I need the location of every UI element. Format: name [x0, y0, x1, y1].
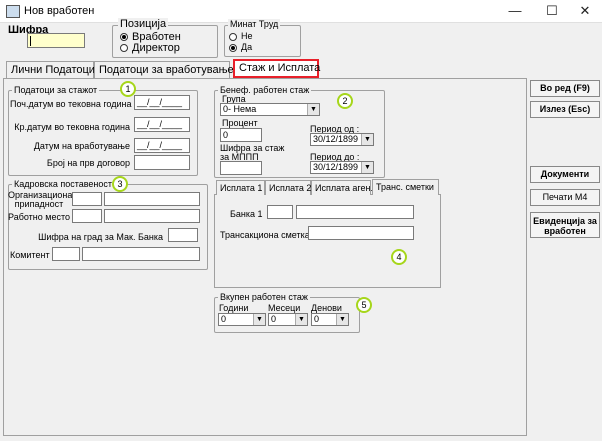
komitent-code-input[interactable]: [52, 247, 80, 261]
badge-4: 4: [391, 249, 407, 265]
rab-name-input[interactable]: [104, 209, 200, 223]
pecati-m4-button[interactable]: Печати М4: [530, 189, 600, 206]
maximize-button[interactable]: ☐: [537, 2, 567, 20]
period-od-value: 30/12/1899: [313, 134, 359, 144]
chevron-down-icon: ▼: [336, 314, 348, 325]
procent-label: Процент: [222, 118, 258, 128]
minimize-button[interactable]: —: [500, 2, 530, 20]
chevron-down-icon: ▼: [307, 104, 319, 115]
meseci-value: 0: [271, 314, 277, 324]
tab-trans-smetki[interactable]: Транс. сметки: [372, 179, 439, 195]
meseci-select[interactable]: 0 ▼: [268, 313, 308, 326]
komitent-label: Комитент: [10, 250, 50, 260]
tab-licni-podatoci[interactable]: Лични Податоци: [6, 61, 95, 78]
chevron-down-icon: ▼: [361, 134, 373, 145]
period-do-select[interactable]: 30/12/1899 ▼: [310, 161, 374, 174]
badge-3: 3: [112, 176, 128, 192]
banka-name-input[interactable]: [296, 205, 414, 219]
grad-input[interactable]: [168, 228, 198, 242]
denovi-select[interactable]: 0 ▼: [311, 313, 349, 326]
denovi-value: 0: [314, 314, 320, 324]
minat-trud-group: [224, 25, 301, 57]
komitent-name-input[interactable]: [82, 247, 200, 261]
sifra-mppp-label: Шифра за стаж за МППП: [220, 143, 285, 162]
chevron-down-icon: ▼: [295, 314, 307, 325]
side-divider: [526, 78, 527, 434]
period-od-select[interactable]: 30/12/1899 ▼: [310, 133, 374, 146]
org-label: Организациона припадност: [8, 190, 73, 209]
vrab-datum-input[interactable]: __/__/____: [134, 138, 190, 153]
radio-ne-label: Не: [241, 31, 253, 41]
tab-isplata-agen[interactable]: Исплата аген.: [311, 180, 373, 195]
window-title: Нов вработен: [24, 5, 95, 17]
broj-dogovor-input[interactable]: [134, 155, 190, 170]
badge-5: 5: [356, 297, 372, 313]
vrab-datum-label: Датум на вработување: [33, 141, 130, 151]
izlez-button[interactable]: Излез (Esc): [530, 101, 600, 118]
radio-da-label: Да: [241, 42, 253, 52]
pozicija-label: Позиција: [118, 18, 169, 30]
godini-value: 0: [221, 314, 227, 324]
procent-input[interactable]: 0: [220, 128, 262, 142]
org-code-input[interactable]: [72, 192, 102, 206]
grupa-select[interactable]: 0- Нема ▼: [220, 103, 320, 116]
sifra-mppp-input[interactable]: [220, 161, 262, 175]
chevron-down-icon: ▼: [361, 162, 373, 173]
radio-direktor-label: Директор: [132, 42, 180, 54]
tab-staz-isplata[interactable]: Стаж и Исплата: [233, 59, 320, 78]
kadr-label: Кадровска поставеност: [12, 179, 115, 189]
tab-isplata-1[interactable]: Исплата 1: [216, 180, 265, 195]
tab-isplata-2[interactable]: Исплата 2: [265, 180, 311, 195]
trans-label: Трансакциона сметка: [220, 230, 310, 240]
sifra-input[interactable]: [27, 33, 85, 48]
vo-red-button[interactable]: Во ред (F9): [530, 80, 600, 97]
banka-label: Банка 1: [230, 209, 263, 219]
chevron-down-icon: ▼: [253, 314, 265, 325]
banka-code-input[interactable]: [267, 205, 293, 219]
vkupen-label: Вкупен работен стаж: [218, 292, 310, 302]
radio-direktor[interactable]: [120, 44, 128, 52]
poc-datum-input[interactable]: __/__/____: [134, 95, 190, 110]
denovi-label: Денови: [311, 303, 342, 313]
meseci-label: Месеци: [268, 303, 301, 313]
staz-label: Податоци за стажот: [12, 85, 100, 95]
minat-trud-label: Минат Труд: [228, 19, 281, 29]
rab-label: Работно место: [8, 212, 70, 222]
grupa-value: 0- Нема: [223, 104, 257, 114]
rab-code-input[interactable]: [72, 209, 102, 223]
poc-datum-label: Поч.датум во тековна година: [10, 99, 132, 109]
org-name-input[interactable]: [104, 192, 200, 206]
radio-da[interactable]: [229, 44, 237, 52]
radio-vraboten[interactable]: [120, 33, 128, 41]
dokumenti-button[interactable]: Документи: [530, 166, 600, 183]
kr-datum-input[interactable]: __/__/____: [134, 117, 190, 132]
tab-podatoci-vrabotuvanje[interactable]: Податоци за вработување: [94, 61, 234, 78]
godini-label: Години: [219, 303, 249, 313]
godini-select[interactable]: 0 ▼: [218, 313, 266, 326]
period-do-value: 30/12/1899: [313, 162, 359, 172]
radio-ne[interactable]: [229, 33, 237, 41]
trans-input[interactable]: [308, 226, 414, 240]
kr-datum-label: Кр.датум во тековна година: [14, 122, 130, 132]
evidencija-button[interactable]: Евиденција за вработен: [530, 212, 600, 238]
broj-dogovor-label: Број на прв договор: [46, 158, 130, 168]
app-icon: [6, 5, 20, 18]
badge-2: 2: [337, 93, 353, 109]
grad-label: Шифра на град за Мак. Банка: [38, 232, 163, 242]
close-button[interactable]: ✕: [570, 2, 600, 20]
